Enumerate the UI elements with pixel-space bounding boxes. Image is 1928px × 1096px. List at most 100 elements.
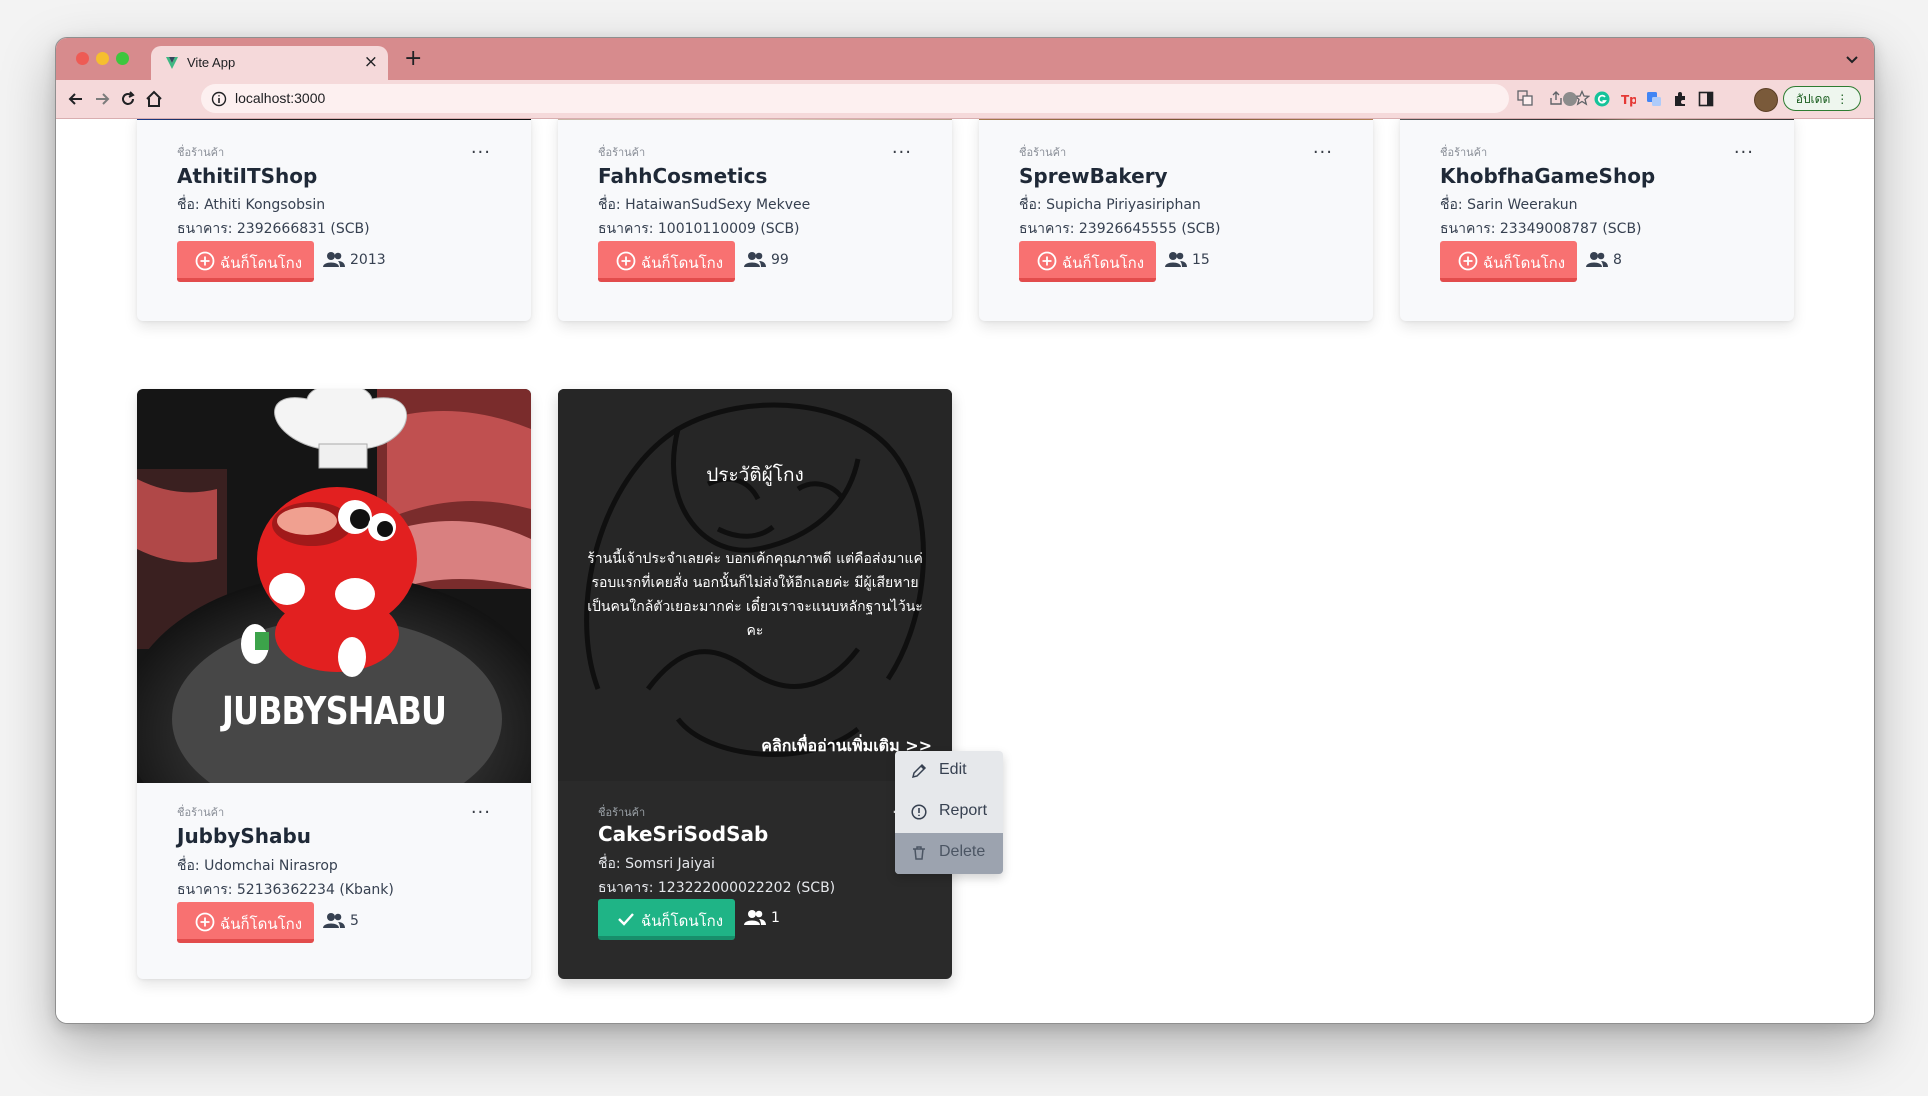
menu-item-label: Edit — [939, 761, 967, 778]
reported-button[interactable]: ฉันก็โดนโกง — [598, 899, 735, 940]
check-icon — [618, 913, 634, 926]
bank-account: ธนาคาร: 123222000022202 (SCB) — [598, 880, 836, 896]
report-button-label: ฉันก็โดนโกง — [1483, 254, 1566, 272]
report-button[interactable]: ฉันก็โดนโกง — [177, 902, 314, 943]
report-button[interactable]: ฉันก็โดนโกง — [1440, 241, 1577, 282]
card-image-strip — [979, 119, 1373, 120]
address-bar[interactable]: localhost:3000 — [201, 84, 1590, 113]
browser-titlebar: Vite App × + — [56, 38, 1874, 80]
shop-image-caption: JUBBYSHABU — [221, 689, 447, 733]
more-options-icon[interactable]: ... — [1734, 139, 1754, 157]
address-text[interactable]: localhost:3000 — [235, 90, 325, 106]
update-button[interactable]: อัปเดต ⋮ — [1783, 86, 1861, 111]
extensions-puzzle-icon[interactable] — [1672, 91, 1688, 107]
card-image-strip — [137, 119, 531, 120]
close-window-button[interactable] — [76, 52, 89, 65]
extension-gray-icon[interactable] — [1562, 91, 1578, 107]
shop-label: ชื่อร้านค้า — [1440, 146, 1488, 159]
users-icon — [744, 252, 766, 267]
users-icon — [744, 910, 766, 925]
tp-extension-icon[interactable]: Tp — [1620, 91, 1636, 107]
owner-name: ชื่อ: Udomchai Nirasrop — [177, 858, 338, 874]
side-panel-icon[interactable] — [1698, 91, 1714, 107]
site-info-icon[interactable] — [211, 91, 227, 107]
shop-card: ชื่อร้านค้า ... AthitiITShop ชื่อ: Athit… — [137, 119, 531, 321]
users-icon — [323, 252, 345, 267]
menu-item-label: Delete — [939, 843, 986, 860]
shop-label: ชื่อร้านค้า — [1019, 146, 1067, 159]
bank-account: ธนาคาร: 52136362234 (Kbank) — [177, 882, 394, 898]
bank-account: ธนาคาร: 23349008787 (SCB) — [1440, 221, 1642, 237]
fraud-history-panel[interactable]: ประวัติผู้โกง ร้านนี้เจ้าประจำเลยค่ะ บอก… — [558, 389, 952, 781]
translate-icon[interactable] — [1517, 90, 1533, 106]
plus-circle-icon — [616, 251, 636, 271]
profile-avatar[interactable] — [1754, 88, 1778, 112]
users-icon — [1165, 252, 1187, 267]
owner-name: ชื่อ: Sarin Weerakun — [1440, 197, 1578, 213]
victim-count-value: 2013 — [350, 252, 386, 268]
shop-name: JubbyShabu — [177, 824, 312, 848]
victim-count-value: 8 — [1613, 252, 1622, 268]
card-image-strip — [1400, 119, 1794, 120]
menu-item-report[interactable]: Report — [895, 792, 1003, 833]
back-icon[interactable] — [66, 89, 86, 109]
more-options-icon[interactable]: ... — [471, 139, 491, 157]
menu-item-edit[interactable]: Edit — [895, 751, 1003, 792]
trash-icon — [913, 846, 925, 860]
victim-count-value: 15 — [1192, 252, 1210, 268]
reload-icon[interactable] — [118, 89, 138, 109]
users-icon — [1586, 252, 1608, 267]
report-button-label: ฉันก็โดนโกง — [220, 254, 303, 272]
victim-count-value: 5 — [350, 913, 359, 929]
shop-label: ชื่อร้านค้า — [598, 146, 646, 159]
owner-name: ชื่อ: HataiwanSudSexy Mekvee — [598, 197, 811, 213]
pencil-icon — [911, 763, 927, 779]
svg-text:Tp: Tp — [1621, 93, 1636, 107]
maximize-window-button[interactable] — [116, 52, 129, 65]
bank-account: ธนาคาร: 23926645555 (SCB) — [1019, 221, 1221, 237]
shop-name: SprewBakery — [1019, 164, 1168, 188]
owner-name: ชื่อ: Supicha Piriyasiriphan — [1019, 197, 1201, 213]
report-button[interactable]: ฉันก็โดนโกง — [598, 241, 735, 282]
bank-account: ธนาคาร: 2392666831 (SCB) — [177, 221, 370, 237]
report-button[interactable]: ฉันก็โดนโกง — [1019, 241, 1156, 282]
report-button-label: ฉันก็โดนโกง — [641, 254, 724, 272]
menu-item-label: Report — [939, 802, 988, 819]
grammarly-icon[interactable] — [1594, 91, 1610, 107]
plus-circle-icon — [195, 912, 215, 932]
tab-close-icon[interactable]: × — [364, 53, 378, 71]
home-icon[interactable] — [144, 89, 164, 109]
plus-circle-icon — [195, 251, 215, 271]
minimize-window-button[interactable] — [96, 52, 109, 65]
shop-label: ชื่อร้านค้า — [177, 146, 225, 159]
owner-name: ชื่อ: Somsri Jaiyai — [598, 856, 715, 872]
card-image-strip — [558, 119, 952, 120]
shop-card: ชื่อร้านค้า ... KhobfhaGameShop ชื่อ: Sa… — [1400, 119, 1794, 321]
history-text: ร้านนี้เจ้าประจำเลยค่ะ บอกเค้กคุณภาพดี แ… — [587, 551, 923, 639]
shop-card: ชื่อร้านค้า ... FahhCosmetics ชื่อ: Hata… — [558, 119, 952, 321]
google-translate-icon[interactable] — [1646, 91, 1662, 107]
menu-item-delete[interactable]: Delete — [895, 833, 1003, 874]
shop-card: JUBBYSHABU ชื่อร้านค้า ... JubbyShabu ชื… — [137, 389, 531, 979]
browser-toolbar: localhost:3000 Tp อัปเดต⋮ — [56, 80, 1874, 119]
chevron-down-icon[interactable] — [1844, 51, 1860, 67]
shop-image[interactable]: JUBBYSHABU — [137, 389, 531, 783]
shop-name: AthitiITShop — [177, 164, 318, 188]
more-options-icon[interactable]: ... — [1313, 139, 1333, 157]
report-button[interactable]: ฉันก็โดนโกง — [177, 241, 314, 282]
history-title: ประวัติผู้โกง — [706, 464, 804, 486]
new-tab-button[interactable]: + — [404, 46, 422, 72]
owner-name: ชื่อ: Athiti Kongsobsin — [177, 197, 326, 213]
shop-label: ชื่อร้านค้า — [177, 806, 225, 819]
plus-circle-icon — [1458, 251, 1478, 271]
users-icon — [323, 913, 345, 928]
shop-card: ชื่อร้านค้า ... SprewBakery ชื่อ: Supich… — [979, 119, 1373, 321]
more-options-icon[interactable]: ... — [892, 139, 912, 157]
forward-icon[interactable] — [92, 89, 112, 109]
alert-circle-icon — [911, 804, 927, 820]
browser-tab[interactable]: Vite App × — [151, 46, 388, 80]
browser-window: Vite App × + localhost:3000 T อัปเดต ⋮ ช… — [55, 37, 1875, 1024]
victim-count-value: 99 — [771, 252, 789, 268]
more-options-icon[interactable]: ... — [471, 799, 491, 817]
shop-name: CakeSriSodSab — [598, 822, 769, 846]
